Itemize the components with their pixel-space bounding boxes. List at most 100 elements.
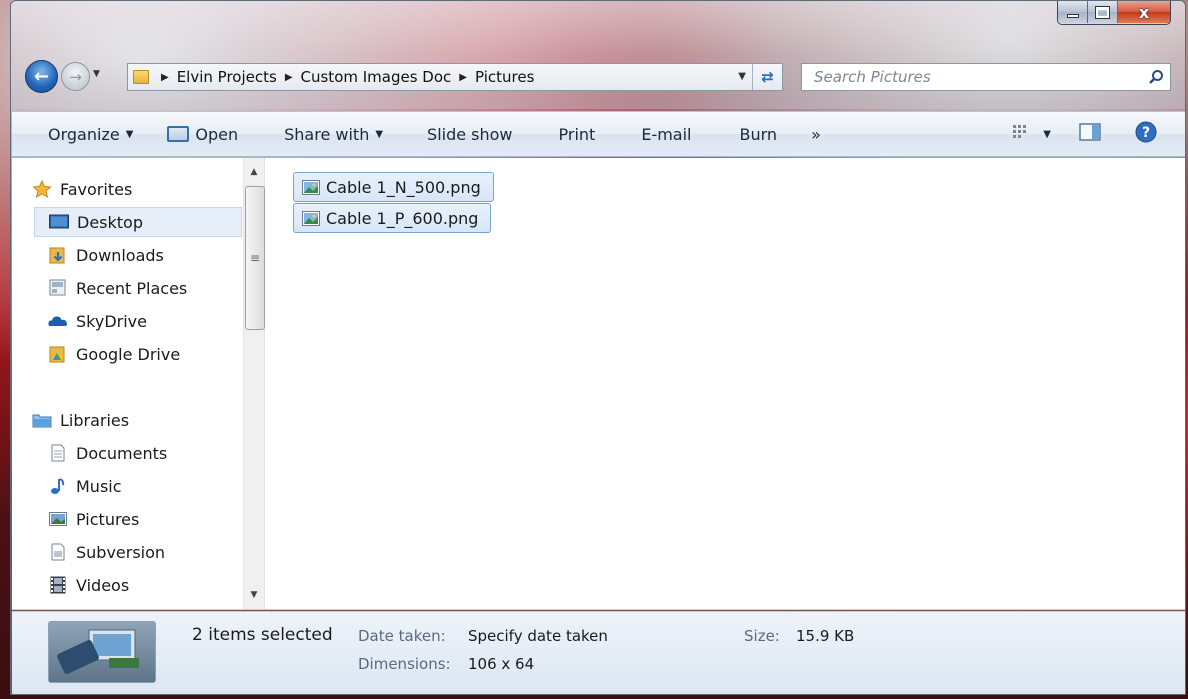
share-with-button[interactable]: Share with ▼ <box>252 112 397 156</box>
slide-show-label: Slide show <box>427 124 513 144</box>
minimize-button[interactable] <box>1058 1 1088 23</box>
downloads-folder-icon <box>48 246 68 264</box>
recent-pages-button[interactable]: ▼ <box>93 69 100 79</box>
selection-count: 2 items selected <box>192 625 333 645</box>
file-list[interactable]: Cable 1_N_500.png Cable 1_P_600.png <box>268 158 1185 609</box>
chevron-down-icon[interactable]: ▼ <box>1043 129 1051 140</box>
back-button[interactable]: ← <box>25 60 58 93</box>
file-item[interactable]: Cable 1_P_600.png <box>293 203 492 233</box>
print-label: Print <box>558 124 596 144</box>
scrollbar-thumb[interactable]: ≡ <box>245 186 265 330</box>
sidebar-item-google-drive[interactable]: Google Drive <box>48 339 244 369</box>
breadcrumb-separator-icon[interactable]: ▶ <box>459 72 467 83</box>
navigation-pane-scrollbar[interactable]: ▲ ≡ ▼ <box>243 158 265 609</box>
sidebar-item-label: Downloads <box>76 245 164 265</box>
sidebar-item-label: Subversion <box>76 542 166 562</box>
libraries-label: Libraries <box>60 410 130 430</box>
sidebar-item-label: Recent Places <box>76 278 188 298</box>
selection-thumbnail <box>48 621 156 683</box>
multiple-images-icon <box>57 629 139 675</box>
slide-show-button[interactable]: Slide show <box>397 112 526 156</box>
arrow-right-icon: → <box>69 67 82 86</box>
caption-buttons: x <box>1057 1 1171 25</box>
sidebar-item-downloads[interactable]: Downloads <box>48 240 244 270</box>
share-with-label: Share with <box>284 124 370 144</box>
sidebar-item-label: Pictures <box>76 509 140 529</box>
sidebar-item-videos[interactable]: Videos <box>48 570 244 600</box>
libraries-header[interactable]: Libraries <box>32 405 244 435</box>
command-bar: Organize ▼ Open Share with ▼ Slide show … <box>12 111 1185 157</box>
maximize-button[interactable] <box>1088 1 1118 23</box>
help-button[interactable]: ? <box>1121 112 1185 156</box>
view-controls: ▼ ? <box>1009 112 1185 156</box>
image-file-icon <box>302 179 320 195</box>
sidebar-item-label: Documents <box>76 443 168 463</box>
email-label: E-mail <box>641 124 692 144</box>
forward-button[interactable]: → <box>61 62 90 91</box>
scroll-down-icon[interactable]: ▼ <box>244 585 264 605</box>
open-button[interactable]: Open <box>147 112 252 156</box>
file-name: Cable 1_P_600.png <box>326 208 479 228</box>
image-file-icon <box>302 210 320 226</box>
file-item[interactable]: Cable 1_N_500.png <box>293 172 494 202</box>
subversion-icon <box>48 543 68 561</box>
address-dropdown-icon[interactable]: ▼ <box>738 71 746 82</box>
sidebar-item-documents[interactable]: Documents <box>48 438 244 468</box>
dimensions-value: 106 x 64 <box>468 655 535 673</box>
change-view-button[interactable]: ▼ <box>1009 112 1055 156</box>
sidebar-item-desktop[interactable]: Desktop <box>34 207 242 237</box>
size-value: 15.9 KB <box>796 627 855 645</box>
favorites-label: Favorites <box>60 179 133 199</box>
refresh-button[interactable]: ⇄ <box>752 64 782 90</box>
preview-pane-icon <box>1079 123 1101 145</box>
desktop-icon <box>49 213 69 231</box>
more-commands-button[interactable]: » <box>791 112 835 156</box>
burn-button[interactable]: Burn <box>706 112 792 156</box>
breadcrumb-separator-icon[interactable]: ▶ <box>161 72 169 83</box>
dimensions-label: Dimensions: <box>358 655 451 673</box>
sidebar-item-subversion[interactable]: Subversion <box>48 537 244 567</box>
file-name: Cable 1_N_500.png <box>326 177 481 197</box>
sidebar-item-music[interactable]: Music <box>48 471 244 501</box>
grip-icon: ≡ <box>249 251 261 265</box>
pictures-icon <box>48 510 68 528</box>
date-taken-value[interactable]: Specify date taken <box>468 627 608 645</box>
sidebar-item-recent-places[interactable]: Recent Places <box>48 273 244 303</box>
close-button[interactable]: x <box>1118 1 1170 23</box>
print-button[interactable]: Print <box>527 112 610 156</box>
breadcrumb-item[interactable]: Custom Images Doc <box>301 68 452 86</box>
chevron-down-icon: ▼ <box>125 128 134 140</box>
preview-pane-button[interactable] <box>1055 112 1121 156</box>
view-grid-icon <box>1013 124 1031 144</box>
sidebar-item-label: SkyDrive <box>76 311 147 331</box>
explorer-window: x ← → ▼ ▶ Elvin Projects ▶ Custom Images… <box>10 0 1186 695</box>
breadcrumb-item[interactable]: Pictures <box>475 68 534 86</box>
scroll-up-icon[interactable]: ▲ <box>244 162 264 182</box>
email-button[interactable]: E-mail <box>609 112 705 156</box>
sidebar-item-pictures[interactable]: Pictures <box>48 504 244 534</box>
navigation-bar: ← → ▼ ▶ Elvin Projects ▶ Custom Images D… <box>11 59 1185 95</box>
music-note-icon <box>48 477 68 495</box>
open-label: Open <box>195 124 239 144</box>
help-icon: ? <box>1135 121 1157 147</box>
star-icon <box>32 180 52 198</box>
document-icon <box>48 444 68 462</box>
favorites-header[interactable]: Favorites <box>32 174 244 204</box>
navigation-pane[interactable]: Favorites Desktop Downloads Recent Place… <box>12 158 242 609</box>
size-label: Size: <box>744 627 780 645</box>
svg-text:?: ? <box>1142 125 1150 141</box>
search-icon[interactable] <box>1142 69 1170 85</box>
sidebar-item-skydrive[interactable]: SkyDrive <box>48 306 244 336</box>
close-icon: x <box>1138 2 1150 22</box>
search-box[interactable]: Search Pictures <box>801 63 1171 91</box>
organize-button[interactable]: Organize ▼ <box>12 112 147 156</box>
google-drive-folder-icon <box>48 345 68 363</box>
breadcrumb-item[interactable]: Elvin Projects <box>177 68 277 86</box>
search-input[interactable]: Search Pictures <box>814 68 1142 86</box>
skydrive-cloud-icon <box>48 312 68 330</box>
breadcrumb-separator-icon[interactable]: ▶ <box>285 72 293 83</box>
chevron-down-icon: ▼ <box>375 128 384 140</box>
chevron-down-icon: ▼ <box>93 69 100 79</box>
address-bar[interactable]: ▶ Elvin Projects ▶ Custom Images Doc ▶ P… <box>127 63 783 91</box>
breadcrumb: ▶ Elvin Projects ▶ Custom Images Doc ▶ P… <box>153 68 534 86</box>
